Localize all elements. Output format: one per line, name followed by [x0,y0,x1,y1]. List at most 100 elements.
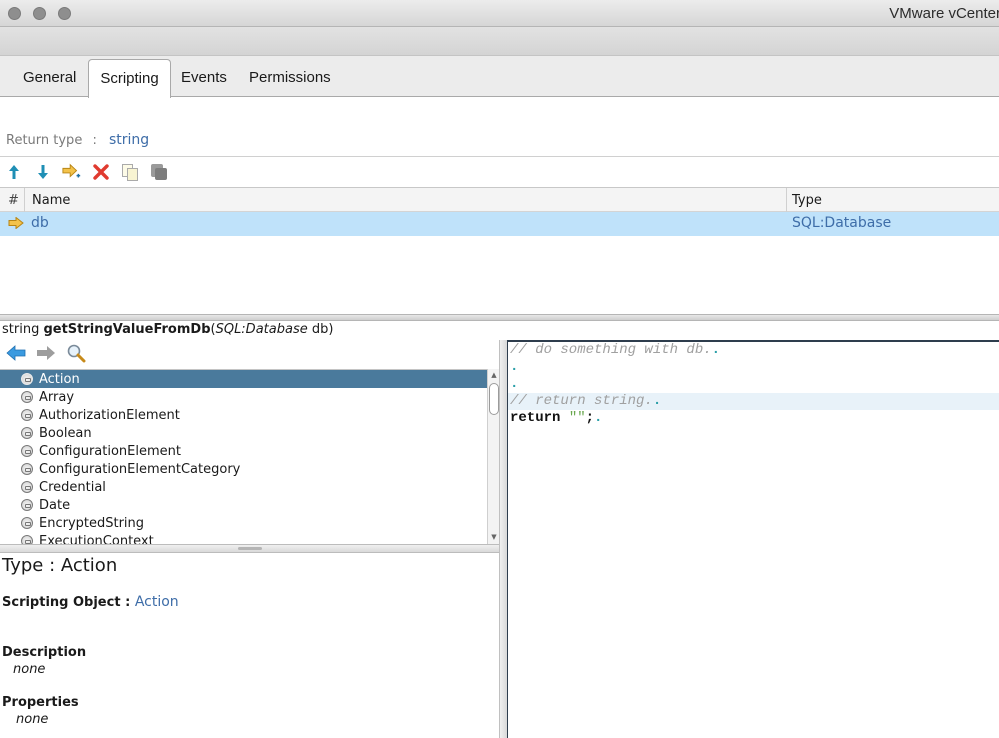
copy-icon[interactable] [120,162,140,182]
code-line[interactable]: return "";. [508,410,999,427]
code-comment: // return string. [510,393,653,409]
code-punctuation: ; [585,410,595,426]
scripting-object-row: Scripting Object : Action [2,594,179,610]
parameter-toolbar [4,161,169,183]
function-signature: string getStringValueFromDb(SQL:Database… [2,322,333,337]
end-of-line-marker: . [510,376,519,392]
code-string: "" [568,410,586,426]
scrollbar-thumb[interactable] [489,383,499,415]
column-header-type[interactable]: Type [792,193,822,208]
return-type-value[interactable]: string [109,132,149,148]
title-bar: VMware vCenter [0,0,999,27]
search-icon[interactable] [66,343,86,363]
arrow-up-icon[interactable] [4,162,24,182]
properties-heading: Properties [2,695,79,710]
script-editor[interactable]: // do something with db.. . . // return … [508,340,999,738]
list-item[interactable]: ConfigurationElementCategory [0,460,487,478]
signature-close-paren: ) [328,322,334,337]
forward-icon [36,343,56,363]
parameter-type[interactable]: SQL:Database [792,215,891,231]
window-toolbar [0,27,999,56]
list-item[interactable]: EncryptedString [0,514,487,532]
description-heading: Description [2,645,87,660]
table-row[interactable]: db SQL:Database [0,212,999,236]
list-item[interactable]: ExecutionContext [0,532,487,544]
code-line[interactable]: . [508,359,999,376]
signature-function-name: getStringValueFromDb [43,322,211,337]
arrow-down-icon[interactable] [33,162,53,182]
minimize-window-button[interactable] [33,7,46,20]
column-header-name[interactable]: Name [32,193,70,208]
return-type-row: Return type : string [6,132,149,148]
end-of-line-marker: . [652,393,662,409]
splitter-grip[interactable] [238,547,262,550]
code-line-current[interactable]: // return string.. [508,393,999,410]
list-item[interactable]: ConfigurationElement [0,442,487,460]
zoom-window-button[interactable] [58,7,71,20]
vertical-splitter[interactable] [499,340,508,738]
column-separator[interactable] [786,188,787,212]
class-icon [21,481,33,493]
class-icon [21,391,33,403]
paste-icon [149,162,169,182]
description-value: none [13,662,46,677]
signature-return-type: string [2,322,40,337]
class-icon [21,409,33,421]
api-navigation-bar [6,343,86,363]
tab-strip: General Scripting Events Permissions [0,56,999,98]
list-item-label: EncryptedString [39,515,145,531]
window-title: VMware vCenter [889,5,999,22]
close-window-button[interactable] [8,7,21,20]
list-item[interactable]: Date [0,496,487,514]
delete-icon[interactable] [91,162,111,182]
class-icon [21,499,33,511]
list-item-label: AuthorizationElement [39,407,180,423]
left-pane-splitter[interactable] [0,544,499,553]
divider [0,156,999,157]
list-item-label: Credential [39,479,106,495]
tab-events[interactable]: Events [181,69,227,86]
class-icon [21,517,33,529]
end-of-line-marker: . [594,410,603,426]
code-line[interactable]: // do something with db.. [508,342,999,359]
tab-permissions[interactable]: Permissions [249,69,331,86]
class-icon [21,373,33,385]
scroll-up-icon[interactable]: ▲ [490,371,498,379]
type-heading: Type : Action [2,555,118,576]
code-keyword: return [510,410,561,426]
parameters-table: # Name Type db SQL:Database [0,187,999,236]
column-separator[interactable] [24,188,25,212]
table-header: # Name Type [0,187,999,212]
horizontal-splitter[interactable] [0,314,999,321]
list-item-label: ConfigurationElementCategory [39,461,241,477]
return-type-separator: : [92,133,97,148]
list-item[interactable]: AuthorizationElement [0,406,487,424]
list-item[interactable]: Array [0,388,487,406]
parameter-arrow-icon [8,216,24,233]
tab-general[interactable]: General [23,69,76,86]
list-item[interactable]: Action [0,370,487,388]
scroll-down-icon[interactable]: ▼ [490,533,498,541]
list-item[interactable]: Boolean [0,424,487,442]
class-icon [21,463,33,475]
scripting-object-label: Scripting Object : [2,595,135,610]
list-item[interactable]: Credential [0,478,487,496]
scripting-object-link[interactable]: Action [135,594,179,610]
code-line[interactable]: . [508,376,999,393]
type-list-scrollbar[interactable]: ▲ ▼ [487,369,499,544]
code-comment: // do something with db. [510,342,712,358]
parameter-name[interactable]: db [31,215,49,231]
class-icon [21,535,33,544]
back-icon[interactable] [6,343,26,363]
list-item-label: Array [39,389,75,405]
class-icon [21,427,33,439]
tab-scripting[interactable]: Scripting [88,59,171,98]
signature-param-type: SQL:Database [215,322,308,337]
signature-param-name: db [307,322,329,337]
properties-value: none [16,712,49,727]
column-header-index[interactable]: # [8,193,19,208]
list-item-label: Date [39,497,71,513]
add-parameter-icon[interactable] [62,162,82,182]
end-of-line-marker: . [711,342,721,358]
end-of-line-marker: . [510,359,519,375]
